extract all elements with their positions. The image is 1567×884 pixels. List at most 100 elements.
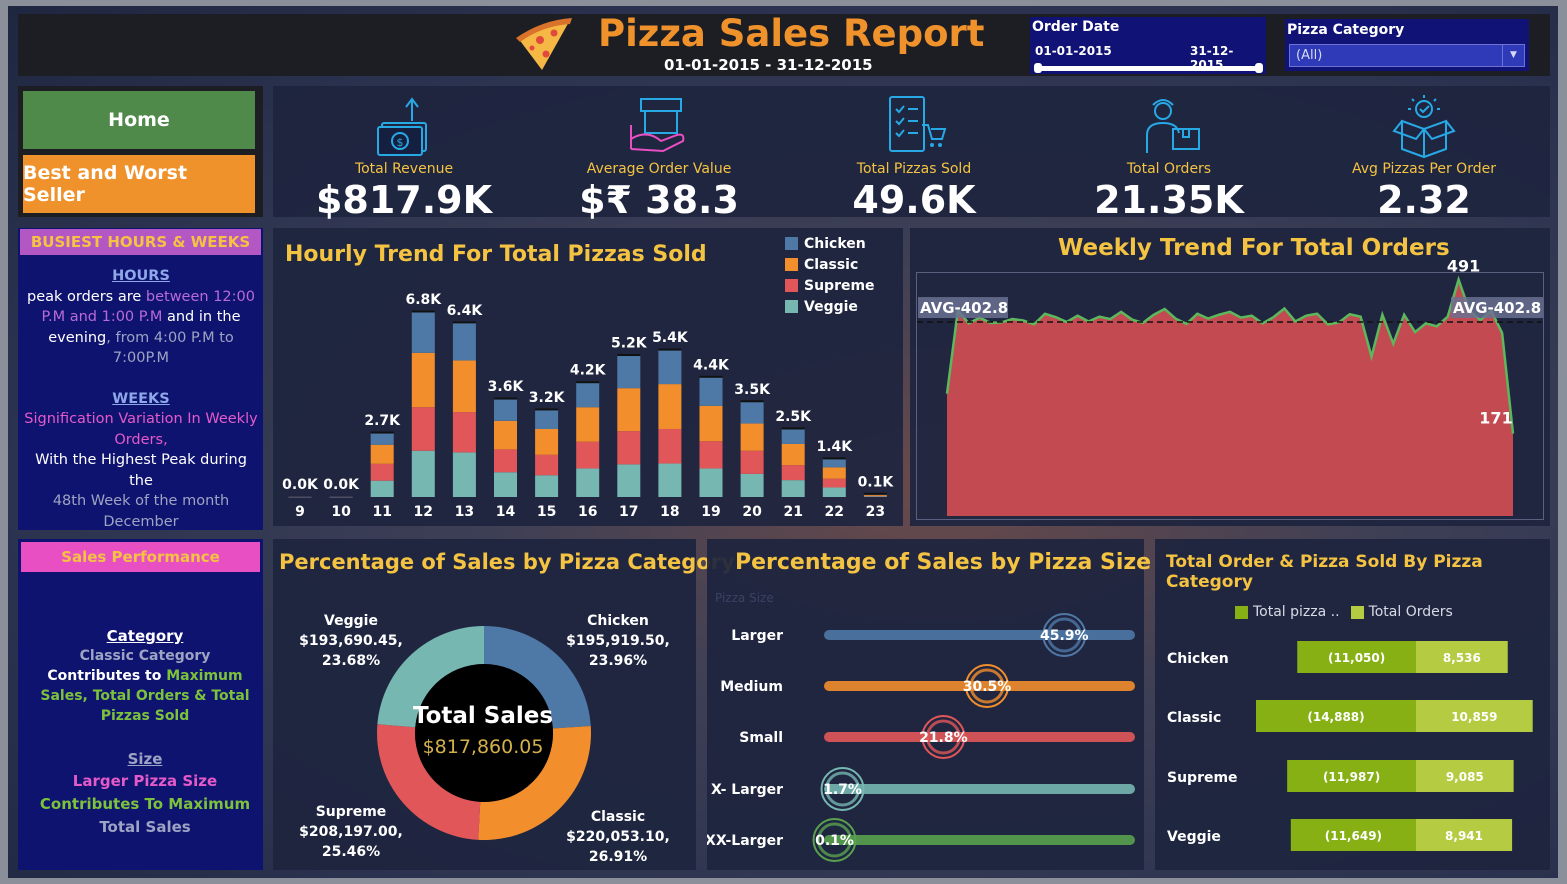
pie-label-value: $220,053.10, 26.91% [566, 829, 670, 865]
bar-segment [617, 464, 641, 497]
size-label: X- Larger [711, 782, 783, 798]
bar-total-label: 5.4K [652, 330, 689, 346]
pie-label-name: Classic [590, 809, 646, 825]
size-label: Larger [731, 628, 783, 644]
size-value-label: 45.9% [1040, 628, 1089, 644]
bar-cap [411, 310, 435, 313]
category-filter: Pizza Category (All) ▼ [1285, 19, 1529, 71]
x-tick-label: 13 [455, 504, 474, 520]
x-tick-label: 15 [537, 504, 556, 520]
area-fill [947, 279, 1513, 516]
avg-label-left: AVG-402.8 [920, 299, 1008, 317]
bar-total-label: 3.6K [488, 379, 525, 395]
bar-segment [658, 463, 682, 497]
x-tick-label: 21 [783, 504, 802, 520]
bar-segment [535, 454, 559, 476]
bar-segment [699, 441, 723, 469]
start-date: 01-01-2015 [1035, 44, 1112, 58]
bar-segment [370, 444, 394, 464]
bar-total-label: 2.7K [364, 413, 401, 429]
home-button[interactable]: Home [23, 91, 255, 149]
bar-segment [740, 401, 764, 424]
checklist-cart-icon [789, 95, 1039, 159]
slider-handle-start[interactable] [1034, 63, 1042, 73]
size-value-label: 21.8% [919, 730, 968, 746]
max-label: 491 [1447, 257, 1480, 276]
category-heading: Category [106, 627, 184, 645]
donut-hole [415, 664, 553, 802]
bar-segment [781, 443, 805, 466]
page-title: Pizza Sales Report [598, 12, 985, 55]
bar-segment [535, 409, 559, 429]
kpi-label: Average Order Value [586, 161, 732, 177]
bar-segment [494, 420, 517, 450]
weeks-text-3: 48th Week of the month December [52, 493, 230, 530]
bar-segment [576, 468, 600, 497]
bar-segment [699, 405, 723, 442]
bar-segment [699, 468, 723, 497]
chevron-down-icon[interactable]: ▼ [1502, 45, 1524, 66]
kpi-card: Total Pizzas Sold 49.6K [789, 95, 1039, 222]
size-label: XX-Larger [707, 833, 783, 849]
x-tick-label: 9 [295, 504, 305, 520]
kpi-label: Total Revenue [354, 161, 454, 177]
size-text-3: Total Sales [99, 818, 191, 836]
bar-segment [781, 428, 805, 444]
hourly-bar-chart: 0.0K 9 0.0K 10 2.7K 11 6.8K 12 6.4K 13 3.6K 14 3.2K 1… [282, 292, 894, 520]
pie-label-value: $195,919.50, 23.96% [566, 633, 670, 669]
min-label: 171 [1479, 409, 1512, 428]
kpi-label: Avg Pizzas Per Order [1352, 161, 1496, 177]
bar-segment [576, 407, 600, 442]
bar-segment [370, 433, 394, 445]
bar-total-label: 2.5K [775, 409, 812, 425]
size-label: Small [739, 730, 783, 746]
bar-cap [822, 457, 846, 460]
bar-segment [329, 496, 353, 498]
pie-label-supreme: Supreme $208,197.00, 25.46% [273, 802, 429, 862]
bar-total-label: 6.8K [405, 292, 442, 308]
pizza-value-label: (11,050) [1328, 651, 1385, 665]
bar-cap [576, 381, 600, 384]
category-select[interactable]: (All) ▼ [1289, 44, 1525, 67]
pie-label-name: Supreme [315, 804, 387, 820]
category-filter-label: Pizza Category [1287, 22, 1405, 38]
x-tick-label: 20 [742, 504, 762, 520]
bar-segment [452, 412, 476, 453]
bar-segment [494, 449, 517, 473]
avg-label-right: AVG-402.8 [1453, 299, 1541, 317]
bar-segment [452, 360, 476, 413]
x-tick-label: 18 [660, 504, 679, 520]
kpi-label: Total Pizzas Sold [856, 161, 972, 177]
weekly-area-chart: AVG-402.8 AVG-402.8 491 171 [917, 257, 1543, 516]
x-tick-label: 23 [866, 504, 885, 520]
order-date-filter[interactable]: Order Date 01-01-2015 31-12-2015 [1030, 17, 1266, 74]
x-tick-label: 11 [372, 504, 391, 520]
money-icon: $ [279, 95, 529, 159]
box-hand-icon [534, 95, 784, 159]
bar-segment [452, 452, 476, 497]
date-slider[interactable] [1035, 66, 1261, 71]
category-label: Classic [1167, 710, 1221, 726]
total-sales-label: Total Sales [412, 703, 554, 729]
pie-label-name: Chicken [587, 613, 649, 629]
sales-performance-title: Sales Performance [21, 542, 260, 572]
size-value-label: 30.5% [963, 679, 1012, 695]
bar-segment [781, 480, 805, 497]
best-worst-seller-button[interactable]: Best and Worst Seller [23, 155, 255, 213]
bar-total-label: 1.4K [816, 439, 853, 455]
slider-handle-end[interactable] [1255, 63, 1263, 73]
pie-label-name: Veggie [324, 613, 378, 629]
bar-total-label: 3.2K [529, 390, 566, 406]
hours-heading: HOURS [112, 268, 170, 284]
bar-segment [822, 467, 846, 479]
size-text-1: Larger Pizza Size [72, 772, 218, 790]
bar-segment [658, 384, 682, 429]
category-text-2: Contributes to [47, 668, 167, 684]
category-label: Veggie [1167, 829, 1221, 845]
weeks-text-1: Signification Variation In Weekly Orders… [24, 411, 258, 448]
weeks-text-2: With the Highest Peak during the [35, 452, 247, 489]
kpi-card: Average Order Value $₹ 38.3 [534, 95, 784, 222]
kpi-value: 2.32 [1377, 178, 1471, 222]
pie-label-classic: Classic $220,053.10, 26.91% [540, 807, 696, 867]
bar-total-label: 4.2K [570, 363, 607, 379]
